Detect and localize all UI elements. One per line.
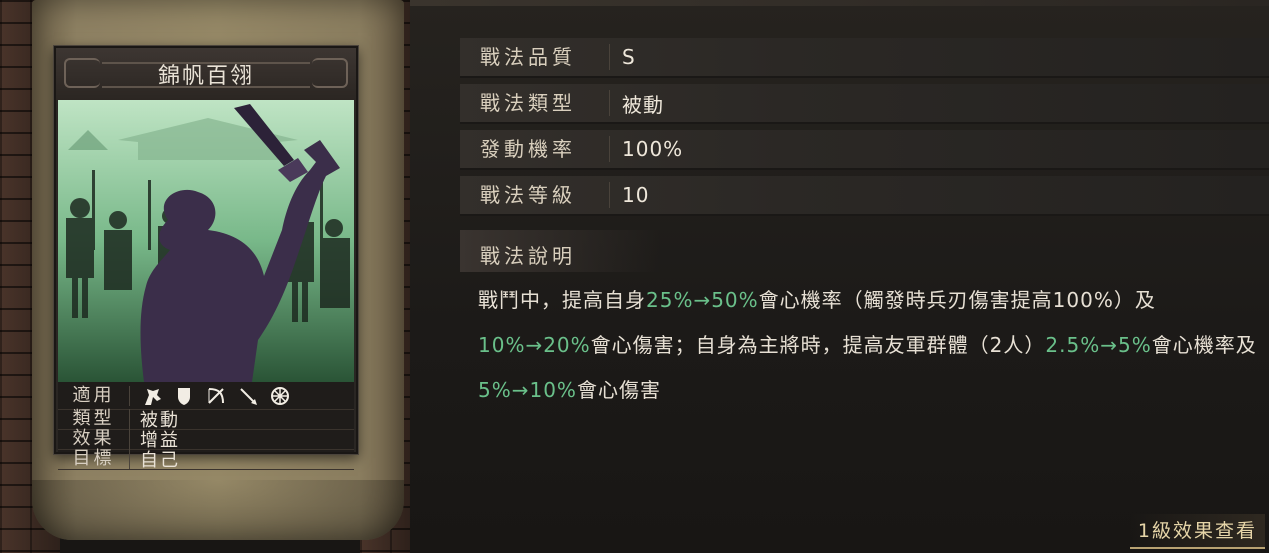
shield-icon [172, 384, 196, 408]
spear-icon [236, 384, 260, 408]
quality-label: 戰法品質 [460, 44, 610, 70]
attribute-table: 適用 類型 被動 效果 增益 目標 自己 [58, 382, 354, 471]
desc-highlight: 5%→10% [478, 378, 577, 402]
description-text: 戰鬥中，提高自身25%→50%會心機率（觸發時兵刃傷害提高100%）及 10%→2… [478, 278, 1258, 413]
siege-icon [268, 384, 292, 408]
rate-value: 100% [622, 137, 684, 161]
cavalry-icon [140, 384, 164, 408]
level-label: 戰法等級 [460, 182, 610, 208]
description-heading: 戰法說明 [460, 230, 660, 272]
tactic-card: 錦帆百翎 適用 類型 被動 效果 增益 目標 自己 [54, 46, 358, 471]
tactic-detail-screen: 錦帆百翎 適用 類型 被動 效果 增益 目標 自己 戰法品質 S 戰法類型 被動… [0, 0, 1269, 553]
archer-icon [204, 384, 228, 408]
warrior-silhouette-art [58, 100, 354, 382]
tactic-info-panel: 戰法品質 S 戰法類型 被動 發動機率 100% 戰法等級 10 [460, 38, 1269, 222]
top-edge-decoration [410, 0, 1269, 6]
card-illustration [58, 100, 354, 382]
troop-type-icons [130, 384, 292, 408]
info-row-type: 戰法類型 被動 [460, 84, 1269, 124]
quality-value: S [622, 45, 636, 69]
title-ornament-left [64, 58, 100, 88]
desc-highlight: 10%→20% [478, 333, 591, 357]
attr-row-applicable: 適用 [58, 382, 354, 410]
attr-row-target: 目標 自己 [58, 448, 354, 471]
attr-value-target: 自己 [140, 449, 180, 471]
attr-row-type: 類型 被動 [58, 408, 354, 431]
card-title-bar: 錦帆百翎 [56, 48, 356, 100]
info-row-level: 戰法等級 10 [460, 176, 1269, 216]
attr-key-target: 目標 [58, 448, 130, 469]
attr-key-type: 類型 [58, 408, 130, 429]
desc-segment: 會心機率（觸發時兵刃傷害提高100%）及 [758, 288, 1156, 312]
card-title: 錦帆百翎 [157, 64, 254, 89]
rate-label: 發動機率 [460, 136, 610, 162]
title-ornament-right [312, 58, 348, 88]
info-row-rate: 發動機率 100% [460, 130, 1269, 170]
type-label: 戰法類型 [460, 90, 610, 116]
info-row-quality: 戰法品質 S [460, 38, 1269, 78]
desc-segment: 會心機率及 [1151, 333, 1257, 357]
desc-segment: 會心傷害；自身為主將時，提高友軍群體（2人） [590, 333, 1046, 357]
view-level1-effect-link[interactable]: 1級效果查看 [1129, 514, 1265, 549]
attr-row-effect: 效果 增益 [58, 428, 354, 451]
desc-highlight: 2.5%→5% [1045, 333, 1152, 357]
type-value: 被動 [622, 92, 664, 117]
desc-segment: 會心傷害 [576, 378, 661, 402]
desc-highlight: 25%→50% [646, 288, 759, 312]
level-value: 10 [622, 183, 650, 207]
desc-segment: 戰鬥中，提高自身 [478, 288, 646, 312]
attr-key-effect: 效果 [58, 428, 130, 449]
attr-key-applicable: 適用 [58, 385, 130, 406]
